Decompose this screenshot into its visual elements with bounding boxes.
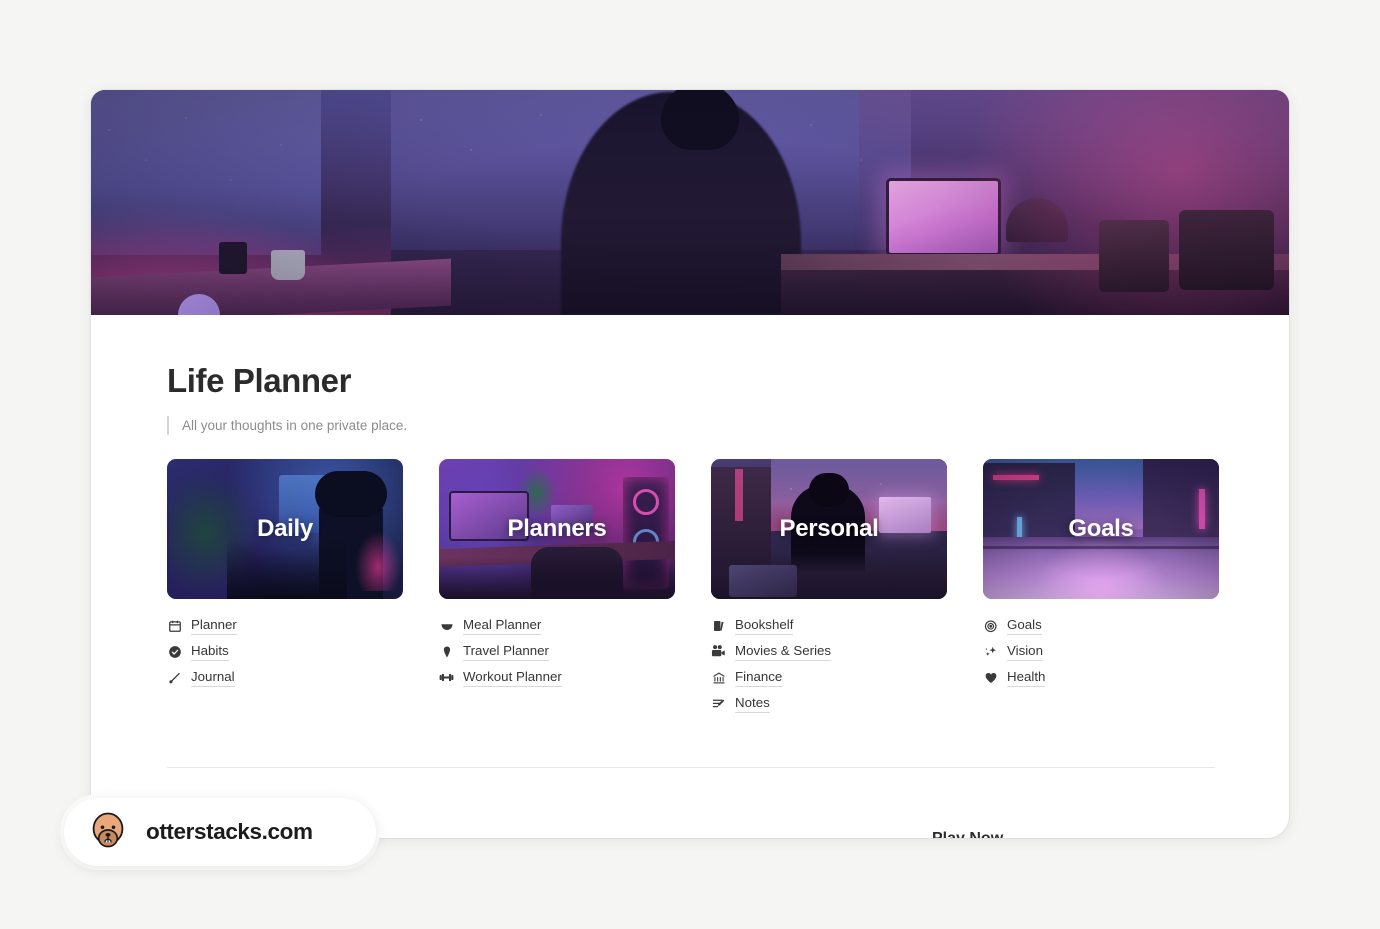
cover-image[interactable] — [91, 90, 1289, 315]
cover-artwork — [91, 90, 1289, 315]
link-goals[interactable]: Goals — [983, 613, 1219, 638]
play-now-toggle-heading[interactable]: — Play Now — [907, 830, 1003, 838]
link-label: Habits — [191, 642, 229, 661]
watermark-badge[interactable]: otterstacks.com — [64, 798, 376, 866]
link-label: Planner — [191, 616, 237, 635]
link-label: Movies & Series — [735, 642, 832, 661]
books-icon — [711, 618, 726, 633]
link-label: Vision — [1007, 642, 1043, 661]
section-personal: Personal Bookshelf Movies & Series Finan… — [711, 459, 947, 717]
link-meal-planner[interactable]: Meal Planner — [439, 613, 675, 638]
link-label: Bookshelf — [735, 616, 794, 635]
section-card-label: Goals — [1068, 515, 1134, 542]
calendar-icon — [167, 618, 182, 633]
section-card-label: Personal — [779, 515, 879, 542]
dumbbell-icon — [439, 670, 454, 685]
page-subtitle-quote: All your thoughts in one private place. — [167, 416, 1213, 435]
section-card-planners[interactable]: Planners — [439, 459, 675, 599]
link-label: Goals — [1007, 616, 1042, 635]
link-label: Travel Planner — [463, 642, 549, 661]
section-card-label: Planners — [507, 515, 607, 542]
link-planner[interactable]: Planner — [167, 613, 403, 638]
link-vision[interactable]: Vision — [983, 639, 1219, 664]
film-camera-icon — [711, 644, 726, 659]
section-card-label: Daily — [257, 515, 313, 542]
link-journal[interactable]: Journal — [167, 665, 403, 690]
goals-links: Goals Vision Health — [983, 613, 1219, 690]
notion-page-card: Life Planner All your thoughts in one pr… — [91, 90, 1289, 838]
link-bookshelf[interactable]: Bookshelf — [711, 613, 947, 638]
link-habits[interactable]: Habits — [167, 639, 403, 664]
otter-mascot-icon — [86, 808, 130, 857]
personal-links: Bookshelf Movies & Series Finance Notes — [711, 613, 947, 716]
link-label: Notes — [735, 694, 770, 713]
section-divider — [167, 767, 1215, 768]
link-label: Meal Planner — [463, 616, 542, 635]
link-movies-series[interactable]: Movies & Series — [711, 639, 947, 664]
link-travel-planner[interactable]: Travel Planner — [439, 639, 675, 664]
section-daily: Daily Planner Habits Journal — [167, 459, 403, 717]
link-notes[interactable]: Notes — [711, 691, 947, 716]
link-workout-planner[interactable]: Workout Planner — [439, 665, 675, 690]
section-card-goals[interactable]: Goals — [983, 459, 1219, 599]
watermark-text: otterstacks.com — [146, 819, 313, 844]
planners-links: Meal Planner Travel Planner Workout Plan… — [439, 613, 675, 690]
section-goals: Goals Goals Vision Health — [983, 459, 1219, 717]
link-label: Journal — [191, 668, 235, 687]
paintbrush-icon — [167, 670, 182, 685]
bank-icon — [711, 670, 726, 685]
section-card-personal[interactable]: Personal — [711, 459, 947, 599]
daily-links: Planner Habits Journal — [167, 613, 403, 690]
check-circle-icon — [167, 644, 182, 659]
map-pin-icon — [439, 644, 454, 659]
page-title: Life Planner — [167, 362, 352, 399]
link-health[interactable]: Health — [983, 665, 1219, 690]
toggle-dash-icon: — — [907, 830, 922, 838]
link-label: Workout Planner — [463, 668, 562, 687]
play-now-heading-label: Play Now — [932, 830, 1003, 838]
section-planners: Planners Meal Planner Travel Planner Wor… — [439, 459, 675, 717]
sections-grid: Daily Planner Habits Journal Planners Me… — [167, 459, 1219, 717]
section-card-daily[interactable]: Daily — [167, 459, 403, 599]
link-label: Health — [1007, 668, 1046, 687]
note-pen-icon — [711, 696, 726, 711]
link-label: Finance — [735, 668, 783, 687]
bowl-icon — [439, 618, 454, 633]
page-subtitle: All your thoughts in one private place. — [182, 418, 408, 433]
sparkles-icon — [983, 644, 998, 659]
heart-icon — [983, 670, 998, 685]
target-icon — [983, 618, 998, 633]
quote-bar — [167, 416, 169, 435]
link-finance[interactable]: Finance — [711, 665, 947, 690]
